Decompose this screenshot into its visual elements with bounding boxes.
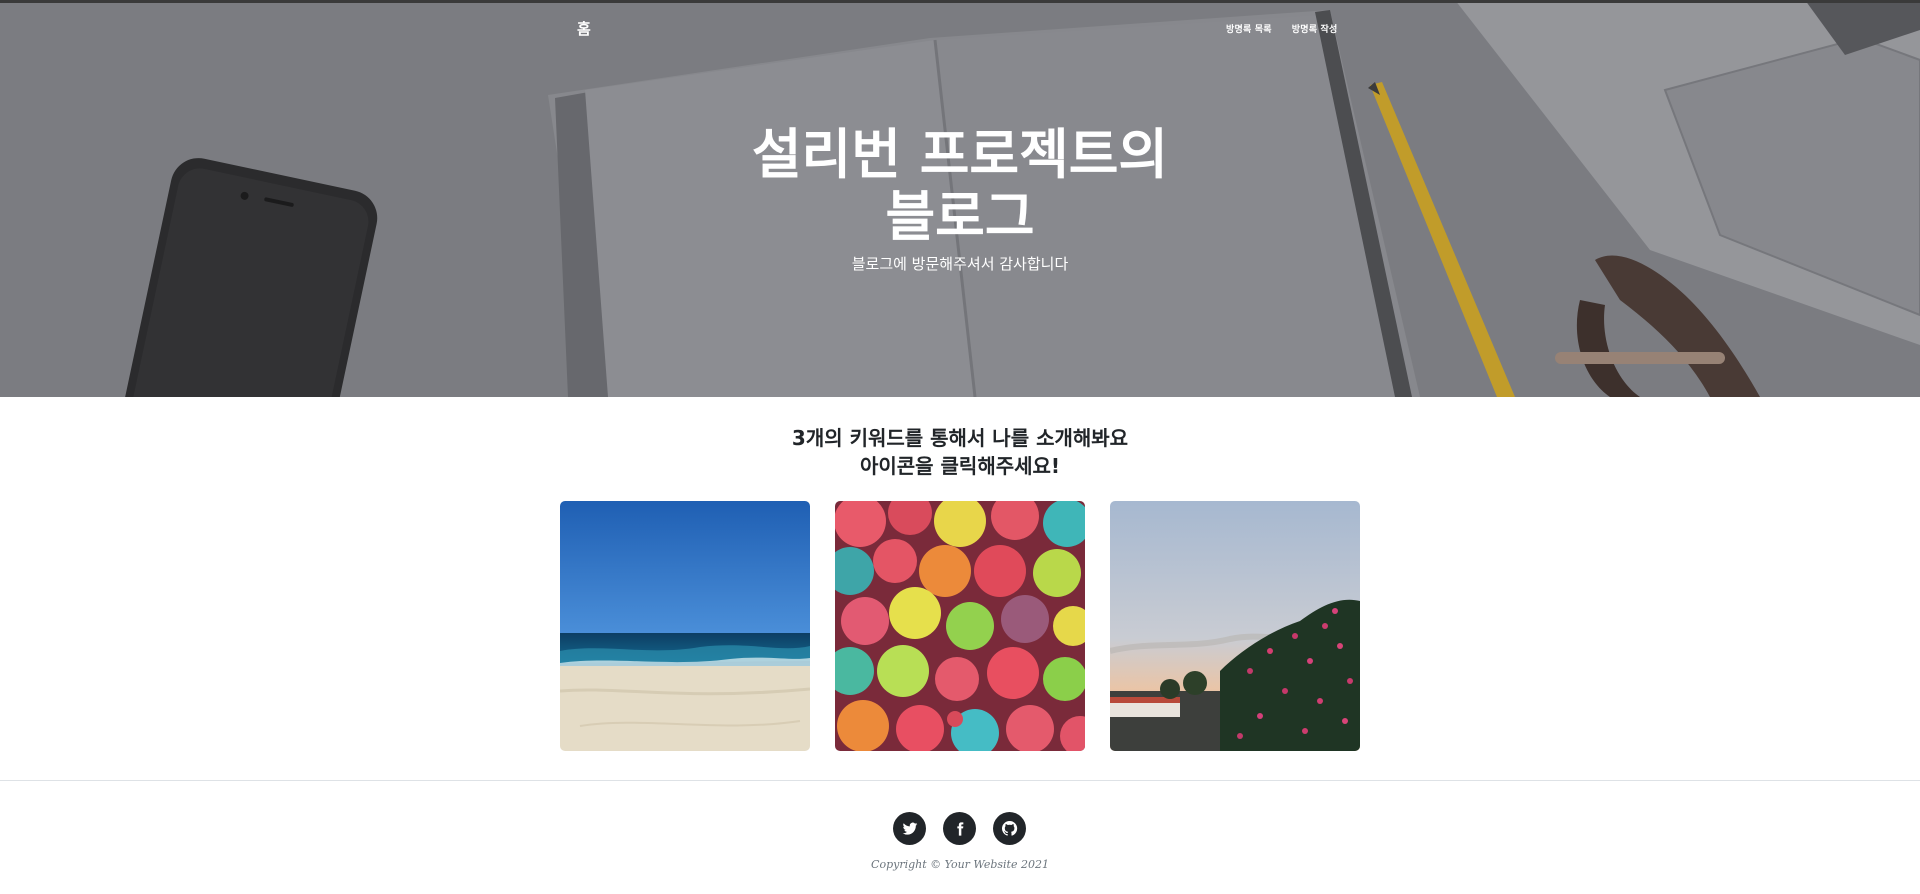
facebook-link[interactable] bbox=[943, 812, 976, 845]
top-border bbox=[0, 0, 1920, 3]
keyword-cards bbox=[560, 501, 1360, 751]
footer-divider bbox=[0, 780, 1920, 781]
cereal-photo bbox=[835, 501, 1085, 751]
twitter-link[interactable] bbox=[893, 812, 926, 845]
nav-home-link[interactable]: 홈 bbox=[577, 18, 591, 39]
copyright-text: Copyright © Your Website 2021 bbox=[871, 858, 1049, 871]
nav-guestbook-write-link[interactable]: 방명록 작성 bbox=[1292, 22, 1338, 35]
page-subtitle: 블로그에 방문해주셔서 감사합니다 bbox=[851, 255, 1069, 273]
page-title-line1: 설리번 프로젝트의 bbox=[751, 123, 1169, 186]
beach-photo bbox=[560, 501, 810, 751]
intro-line2: 아이콘을 클릭해주세요! bbox=[859, 454, 1061, 478]
hero-header: 홈 방명록 목록 방명록 작성 설리번 프로젝트의 블로그 블로그에 방문해주셔… bbox=[0, 0, 1920, 397]
facebook-icon bbox=[956, 821, 963, 836]
keyword-card-cereal[interactable] bbox=[835, 501, 1085, 751]
intro-heading: 3개의 키워드를 통해서 나를 소개해봐요 아이콘을 클릭해주세요! bbox=[560, 424, 1360, 480]
nav-guestbook-list-link[interactable]: 방명록 목록 bbox=[1226, 22, 1272, 35]
keyword-card-sunset[interactable] bbox=[1110, 501, 1360, 751]
github-icon bbox=[1001, 821, 1018, 836]
social-links bbox=[893, 812, 1026, 845]
page-title-line2: 블로그 bbox=[885, 185, 1035, 248]
keyword-card-beach[interactable] bbox=[560, 501, 810, 751]
twitter-icon bbox=[902, 822, 917, 835]
page-title: 설리번 프로젝트의 블로그 bbox=[660, 124, 1260, 248]
github-link[interactable] bbox=[993, 812, 1026, 845]
intro-line1: 3개의 키워드를 통해서 나를 소개해봐요 bbox=[791, 426, 1129, 450]
sunset-flowers-photo bbox=[1110, 501, 1360, 751]
nav-menu: 방명록 목록 방명록 작성 bbox=[1226, 22, 1337, 35]
